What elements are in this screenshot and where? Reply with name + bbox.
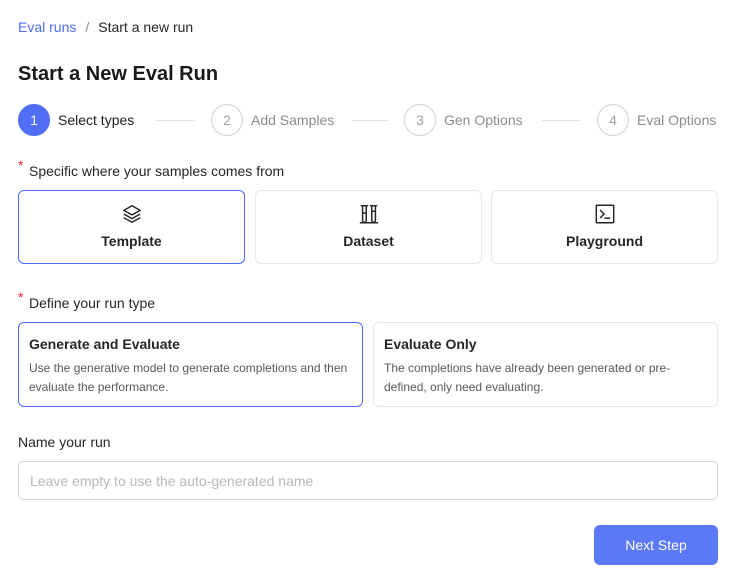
breadcrumb-current: Start a new run [98,19,194,35]
source-label: * Specific where your samples comes from [18,157,285,179]
step-label: Gen Options [444,112,523,128]
step-gen-options[interactable]: 3 Gen Options [404,104,523,136]
step-connector [352,120,388,121]
step-add-samples[interactable]: 2 Add Samples [211,104,334,136]
source-option-label: Dataset [343,233,394,249]
step-number: 3 [404,104,436,136]
run-type-evaluate-only[interactable]: Evaluate Only The completions have alrea… [373,322,718,407]
layers-icon [121,203,143,225]
steps-indicator: 1 Select types 2 Add Samples 3 Gen Optio… [18,104,718,136]
run-type-description: The completions have already been genera… [384,361,671,394]
run-name-input[interactable] [18,461,718,500]
step-number: 2 [211,104,243,136]
run-name-label: Name your run [18,434,111,450]
page-title: Start a New Eval Run [18,63,219,85]
step-label: Select types [58,112,135,128]
source-option-playground[interactable]: Playground [491,190,718,264]
run-type-title: Evaluate Only [384,336,477,352]
required-mark: * [18,289,24,305]
step-eval-options[interactable]: 4 Eval Options [597,104,716,136]
breadcrumb-separator: / [85,19,90,35]
step-label: Add Samples [251,112,335,128]
run-type-description: Use the generative model to generate com… [29,361,348,394]
source-label-text: Specific where your samples comes from [29,163,285,179]
source-option-label: Playground [565,233,643,249]
next-step-button[interactable]: Next Step [594,525,718,565]
source-option-dataset[interactable]: Dataset [255,190,482,264]
step-select-types[interactable]: 1 Select types [18,104,134,136]
source-option-label: Template [101,233,162,249]
step-number: 4 [597,104,629,136]
run-type-label: * Define your run type [18,289,156,311]
breadcrumb: Eval runs / Start a new run [18,19,193,35]
step-number: 1 [18,104,50,136]
run-type-title: Generate and Evaluate [29,336,180,352]
terminal-icon [594,203,616,225]
step-label: Eval Options [637,112,717,128]
run-type-generate-and-evaluate[interactable]: Generate and Evaluate Use the generative… [18,322,363,407]
beakers-icon [358,203,380,225]
step-connector [155,120,195,121]
run-type-label-text: Define your run type [29,295,156,311]
step-connector [542,120,580,121]
source-option-template[interactable]: Template [18,190,245,264]
required-mark: * [18,157,24,173]
breadcrumb-eval-runs-link[interactable]: Eval runs [18,19,76,35]
